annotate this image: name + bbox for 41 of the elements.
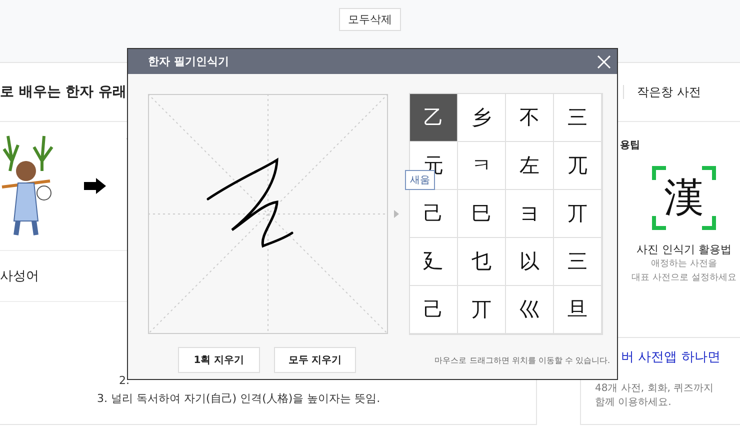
description-text: 애정하는 사전을 [651,258,717,271]
erase-button[interactable]: 1획 지우기 [178,347,260,373]
close-icon[interactable] [597,54,611,68]
caret-icon [394,210,399,218]
candidate-character[interactable]: 不 [506,94,554,142]
right-arrow-icon [84,178,106,194]
candidate-character[interactable]: 己 [410,190,458,238]
candidate-character[interactable]: 己 [410,286,458,334]
candidate-character[interactable]: 廴 [410,238,458,286]
candidate-character[interactable]: 乙 [410,94,458,142]
candidate-character[interactable]: 乡 [458,94,506,142]
candidate-character[interactable]: 三 [554,238,602,286]
scan-frame-icon [652,166,716,230]
candidate-character[interactable]: 巳 [458,190,506,238]
hanja-character: 漢 [664,175,704,221]
candidate-character[interactable]: ヨ [506,190,554,238]
subsection-heading: 사성어 [0,268,39,285]
tip-heading: 용팁 [620,139,640,152]
candidate-character[interactable]: 旦 [554,286,602,334]
dialog-title: 한자 필기인식기 [148,54,229,69]
small-window-link[interactable]: 작은창 사전 [637,84,701,100]
section-heading: 로 배우는 한자 유래 [0,83,127,101]
erase-button[interactable]: 모두 지우기 [274,347,356,373]
candidate-character[interactable]: 以 [506,238,554,286]
meaning-text: 2. [119,373,130,389]
candidate-character[interactable]: 乜 [458,238,506,286]
candidate-character[interactable]: ㅋ [458,142,506,190]
tooltip: 새움 [405,170,435,190]
photo-recognizer-title[interactable]: 사진 인식기 활용법 [636,242,732,257]
hint-text: 마우스로 드래그하면 위치를 이동할 수 있습니다. [434,354,610,366]
candidate-character[interactable]: 左 [506,142,554,190]
ad-description: 48개 사전, 회화, 퀴즈까지 [595,382,715,396]
ad-description: 함께 이용하세요. [595,396,672,410]
candidate-character[interactable]: 丌 [458,286,506,334]
meaning-text: 3. 널리 독서하여 자기(自己) 인격(人格)을 높이자는 뜻임. [97,391,380,407]
candidate-character[interactable]: 巛 [506,286,554,334]
candidate-character[interactable]: 兀 [554,142,602,190]
description-text: 대표 사전으로 설정하세요 [632,272,736,285]
clear-all-button[interactable]: 모두삭제 [339,8,401,31]
candidate-character[interactable]: 丌 [554,190,602,238]
candidate-character[interactable]: 三 [554,94,602,142]
